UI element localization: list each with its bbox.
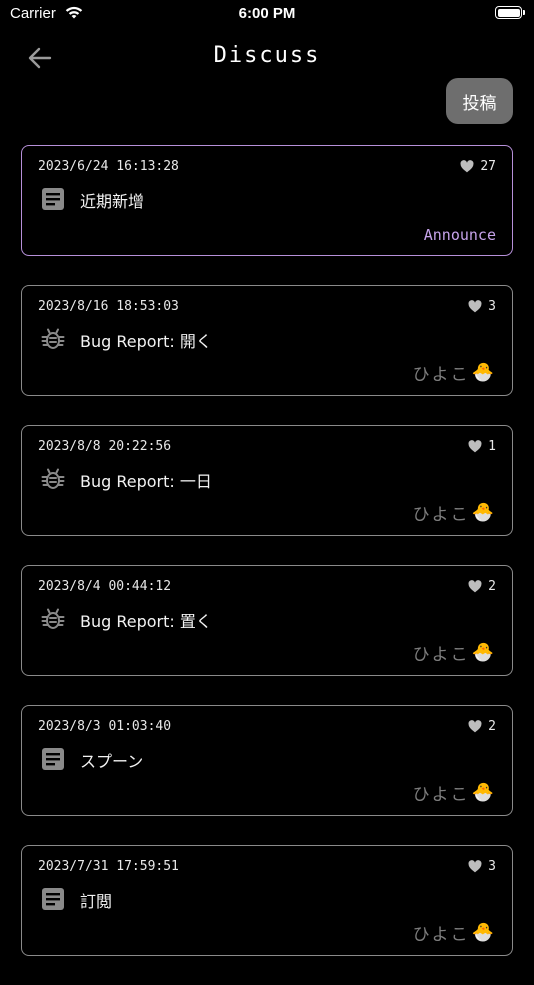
chick-emoji-icon: 🐣 [471, 642, 496, 663]
post-card[interactable]: 2023/6/24 16:13:28 27 近期新增 Announce [21, 145, 513, 256]
post-tag: Announce [423, 226, 496, 244]
bug-icon [41, 608, 65, 629]
page-title: Discuss [213, 43, 321, 68]
heart-icon [468, 440, 482, 453]
bug-icon [41, 328, 65, 349]
post-author: ひよこ 🐣 [413, 500, 496, 525]
like-count[interactable]: 1 [468, 439, 496, 454]
like-count[interactable]: 27 [460, 159, 496, 174]
chick-emoji-icon: 🐣 [471, 362, 496, 383]
post-title: Bug Report: 一日 [80, 472, 212, 491]
post-card[interactable]: 2023/8/3 01:03:40 2 スプーン ひよこ 🐣 [21, 705, 513, 816]
post-date: 2023/8/16 18:53:03 [38, 299, 179, 314]
author-name: ひよこ [412, 365, 470, 385]
post-date: 2023/8/8 20:22:56 [38, 439, 172, 454]
like-count[interactable]: 3 [468, 299, 496, 314]
post-title: Bug Report: 開く [80, 332, 212, 351]
bug-icon [41, 468, 65, 489]
like-count[interactable]: 3 [468, 859, 496, 874]
discussion-list: 2023/6/24 16:13:28 27 近期新增 Announce 2023… [21, 145, 513, 985]
heart-icon [468, 300, 482, 313]
chick-emoji-icon: 🐣 [471, 782, 496, 803]
status-bar: Carrier 6:00 PM [0, 0, 534, 28]
post-card[interactable]: 2023/8/4 00:44:12 2 Bug Report: 置く ひよこ 🐣 [21, 565, 513, 676]
author-name: ひよこ [412, 505, 470, 525]
battery-icon [495, 6, 525, 19]
post-title: 近期新增 [80, 192, 145, 211]
post-date: 2023/7/31 17:59:51 [38, 859, 179, 874]
post-author: ひよこ 🐣 [413, 640, 496, 665]
author-name: ひよこ [412, 785, 470, 805]
post-card[interactable]: 2023/8/8 20:22:56 1 Bug Report: 一日 ひよこ 🐣 [21, 425, 513, 536]
author-name: ひよこ [412, 925, 470, 945]
post-title: Bug Report: 置く [80, 612, 212, 631]
like-count-value: 27 [480, 159, 496, 174]
post-card[interactable]: 2023/7/31 17:59:51 3 訂閲 ひよこ 🐣 [21, 845, 513, 956]
like-count[interactable]: 2 [468, 579, 496, 594]
post-date: 2023/8/3 01:03:40 [38, 719, 172, 734]
like-count-value: 3 [488, 299, 496, 314]
like-count-value: 1 [488, 439, 496, 454]
like-count-value: 2 [488, 719, 496, 734]
post-title: スプーン [80, 752, 144, 771]
heart-icon [468, 580, 482, 593]
heart-icon [468, 720, 482, 733]
chick-emoji-icon: 🐣 [471, 502, 496, 523]
like-count-value: 3 [488, 859, 496, 874]
like-count[interactable]: 2 [468, 719, 496, 734]
status-time: 6:00 PM [238, 5, 296, 22]
like-count-value: 2 [488, 579, 496, 594]
post-card[interactable]: 2023/8/16 18:53:03 3 Bug Report: 開く ひよこ … [21, 285, 513, 396]
document-icon [42, 748, 64, 770]
post-title: 訂閲 [80, 892, 113, 911]
post-button[interactable]: 投稿 [446, 78, 513, 124]
chick-emoji-icon: 🐣 [471, 922, 496, 943]
heart-icon [460, 160, 474, 173]
document-icon [42, 188, 64, 210]
post-author: ひよこ 🐣 [413, 780, 496, 805]
post-date: 2023/8/4 00:44:12 [38, 579, 172, 594]
heart-icon [468, 860, 482, 873]
post-author: ひよこ 🐣 [413, 360, 496, 385]
post-author: ひよこ 🐣 [413, 920, 496, 945]
author-name: ひよこ [412, 645, 470, 665]
document-icon [42, 888, 64, 910]
post-date: 2023/6/24 16:13:28 [38, 159, 179, 174]
